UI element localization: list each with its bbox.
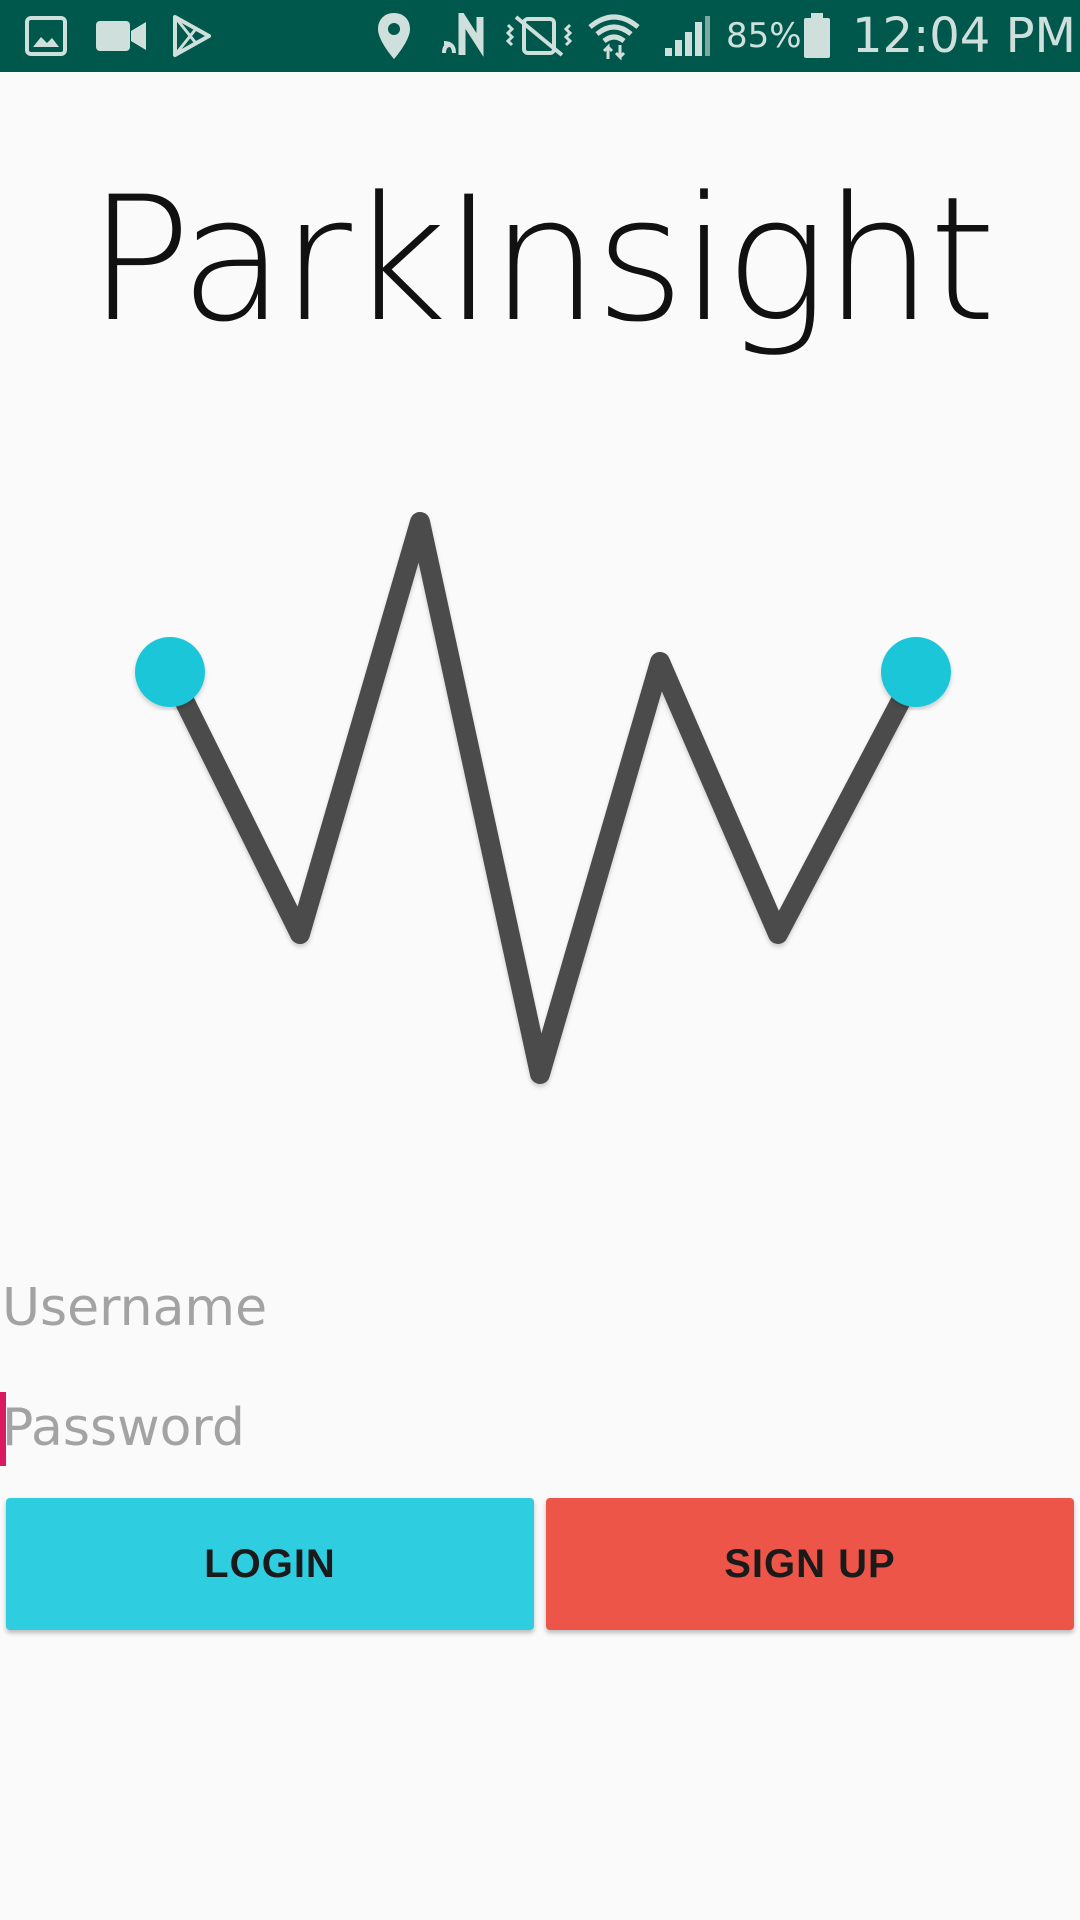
wifi-icon bbox=[586, 0, 642, 72]
gallery-icon bbox=[24, 0, 68, 72]
password-field-container bbox=[0, 1378, 1080, 1478]
logo-dot-right bbox=[881, 637, 951, 707]
signup-button[interactable]: SIGN UP bbox=[546, 1498, 1074, 1630]
username-field-container bbox=[0, 1258, 1080, 1358]
app-title: ParkInsight bbox=[87, 159, 997, 360]
status-clock: 12:04 PM bbox=[852, 8, 1076, 64]
app-logo bbox=[135, 512, 951, 1084]
battery-icon bbox=[800, 0, 834, 72]
logo-dot-left bbox=[135, 637, 205, 707]
login-button[interactable]: LOGIN bbox=[6, 1498, 534, 1630]
password-input[interactable] bbox=[0, 1378, 1080, 1478]
status-bar: 85% 12:04 PM bbox=[0, 0, 1080, 72]
vibrate-icon bbox=[504, 0, 574, 72]
username-input[interactable] bbox=[0, 1258, 1080, 1358]
logo-waveform bbox=[160, 512, 926, 1084]
play-store-icon bbox=[170, 0, 214, 72]
nfc-icon bbox=[440, 0, 492, 72]
signal-icon bbox=[660, 0, 712, 72]
location-icon bbox=[374, 0, 414, 72]
battery-percent: 85% bbox=[726, 16, 802, 56]
video-icon bbox=[94, 0, 148, 72]
